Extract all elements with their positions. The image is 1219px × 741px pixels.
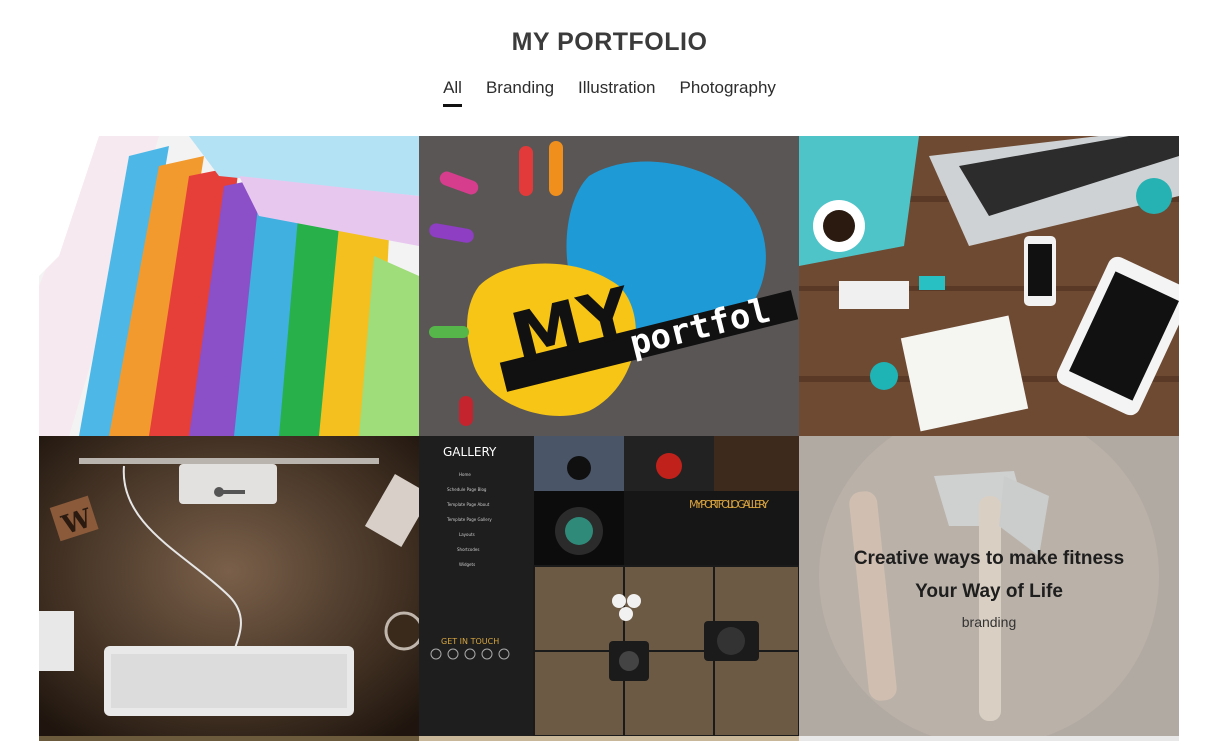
portfolio-item-partial[interactable] bbox=[39, 736, 419, 741]
gallery-menu-item: Home bbox=[459, 472, 471, 477]
filter-all[interactable]: All bbox=[431, 76, 474, 107]
desk-image bbox=[799, 136, 1179, 436]
gallery-heading: MY PORTFOLIO GALLERY bbox=[689, 498, 769, 511]
gallery-menu-item: Shortcodes bbox=[457, 547, 479, 552]
portfolio-item-title[interactable]: Creative ways to make fitness Your Way o… bbox=[839, 542, 1139, 608]
portfolio-grid: MY portfol W GALLERY Home Schedule Page … bbox=[39, 136, 1179, 741]
gallery-menu-item: Layouts bbox=[459, 532, 475, 537]
keyboard-image: W bbox=[39, 436, 419, 736]
gallery-menu-item: Widgets bbox=[459, 562, 475, 567]
page-title: MY PORTFOLIO bbox=[511, 28, 708, 56]
portfolio-page: MY PORTFOLIO All Branding Illustration P… bbox=[0, 0, 1219, 741]
get-in-touch-label: GET IN TOUCH bbox=[441, 637, 499, 646]
portfolio-item-axe[interactable]: Creative ways to make fitness Your Way o… bbox=[799, 436, 1179, 736]
gallery-template-image: GALLERY Home Schedule Page Blog Template… bbox=[419, 436, 799, 736]
portfolio-item-desk[interactable] bbox=[799, 136, 1179, 436]
gallery-menu-item: Template Page About bbox=[446, 502, 490, 507]
portfolio-item-partial[interactable] bbox=[419, 736, 799, 741]
folders-image bbox=[39, 136, 419, 436]
portfolio-item-folders[interactable] bbox=[39, 136, 419, 436]
filter-illustration[interactable]: Illustration bbox=[566, 76, 667, 106]
gallery-menu-item: Schedule Page Blog bbox=[447, 487, 487, 492]
portfolio-item-category[interactable]: branding bbox=[962, 614, 1017, 630]
portfolio-item-partial[interactable] bbox=[799, 736, 1179, 741]
gallery-menu-item: Template Page Gallery bbox=[446, 517, 492, 522]
filter-branding[interactable]: Branding bbox=[474, 76, 566, 106]
gallery-label: GALLERY bbox=[443, 445, 497, 459]
portfolio-item-handprint[interactable]: MY portfol bbox=[419, 136, 799, 436]
filter-tabs: All Branding Illustration Photography bbox=[0, 76, 1219, 107]
portfolio-item-keyboard[interactable]: W bbox=[39, 436, 419, 736]
portfolio-item-gallery-template[interactable]: GALLERY Home Schedule Page Blog Template… bbox=[419, 436, 799, 736]
filter-photography[interactable]: Photography bbox=[668, 76, 788, 106]
handprint-image: MY portfol bbox=[419, 136, 799, 436]
portfolio-hover-overlay[interactable]: Creative ways to make fitness Your Way o… bbox=[799, 436, 1179, 736]
